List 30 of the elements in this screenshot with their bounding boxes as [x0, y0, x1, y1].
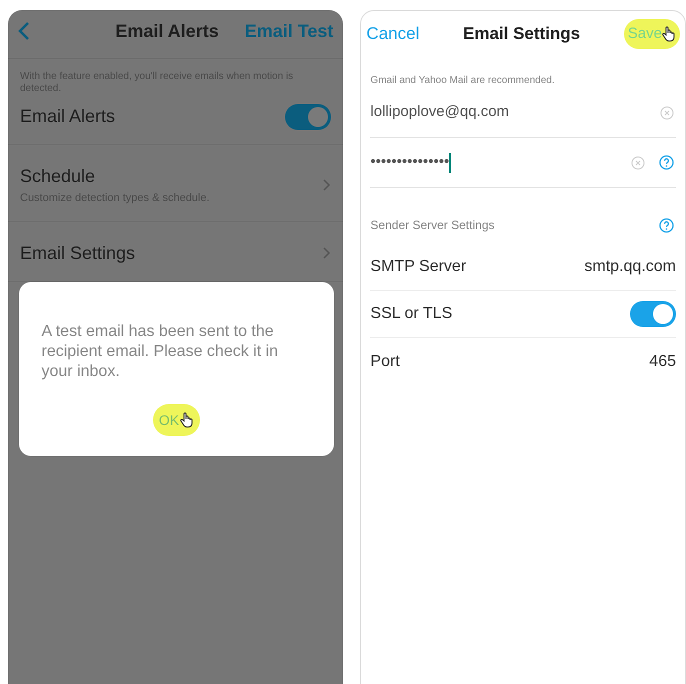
- input-field[interactable]: lollipoplove@qq.com: [370, 101, 510, 124]
- screen-title: Email Alerts: [115, 20, 219, 42]
- setting-label: SMTP Server: [370, 257, 466, 277]
- section-header: Sender Server Settings: [370, 217, 494, 234]
- hand-pointer-icon: [662, 26, 676, 42]
- toggle-switch[interactable]: [285, 104, 332, 130]
- clear-icon[interactable]: [631, 156, 645, 170]
- setting-label: Port: [370, 352, 400, 372]
- clear-icon[interactable]: [660, 106, 674, 120]
- email-test-button[interactable]: Email Test: [244, 18, 334, 44]
- setting-label: Email Settings: [20, 242, 136, 265]
- cancel-button[interactable]: Cancel: [366, 21, 420, 47]
- chevron-right-icon: [323, 178, 332, 191]
- setting-label: Email Alerts: [20, 105, 116, 128]
- hint-text: Gmail and Yahoo Mail are recommended.: [369, 74, 556, 88]
- hand-pointer-icon: [180, 412, 194, 428]
- help-icon[interactable]: [659, 155, 674, 170]
- input-field[interactable]: •••••••••••••••: [370, 151, 452, 174]
- toggle-switch[interactable]: [630, 301, 676, 327]
- setting-label: SSL or TLS: [370, 304, 452, 324]
- help-icon[interactable]: [659, 218, 674, 232]
- save-button[interactable]: Save: [624, 19, 680, 49]
- screen-title: Email Settings: [463, 23, 580, 46]
- ok-button[interactable]: OK: [152, 404, 200, 436]
- chevron-right-icon: [323, 247, 332, 259]
- setting-value: smtp.qq.com: [584, 258, 676, 275]
- setting-value: 465: [649, 352, 676, 370]
- back-icon[interactable]: [18, 21, 30, 41]
- setting-label: Schedule: [20, 165, 96, 188]
- dialog-message: A test email has been sent to the recipient email. Please check it in your inbox.: [42, 322, 280, 382]
